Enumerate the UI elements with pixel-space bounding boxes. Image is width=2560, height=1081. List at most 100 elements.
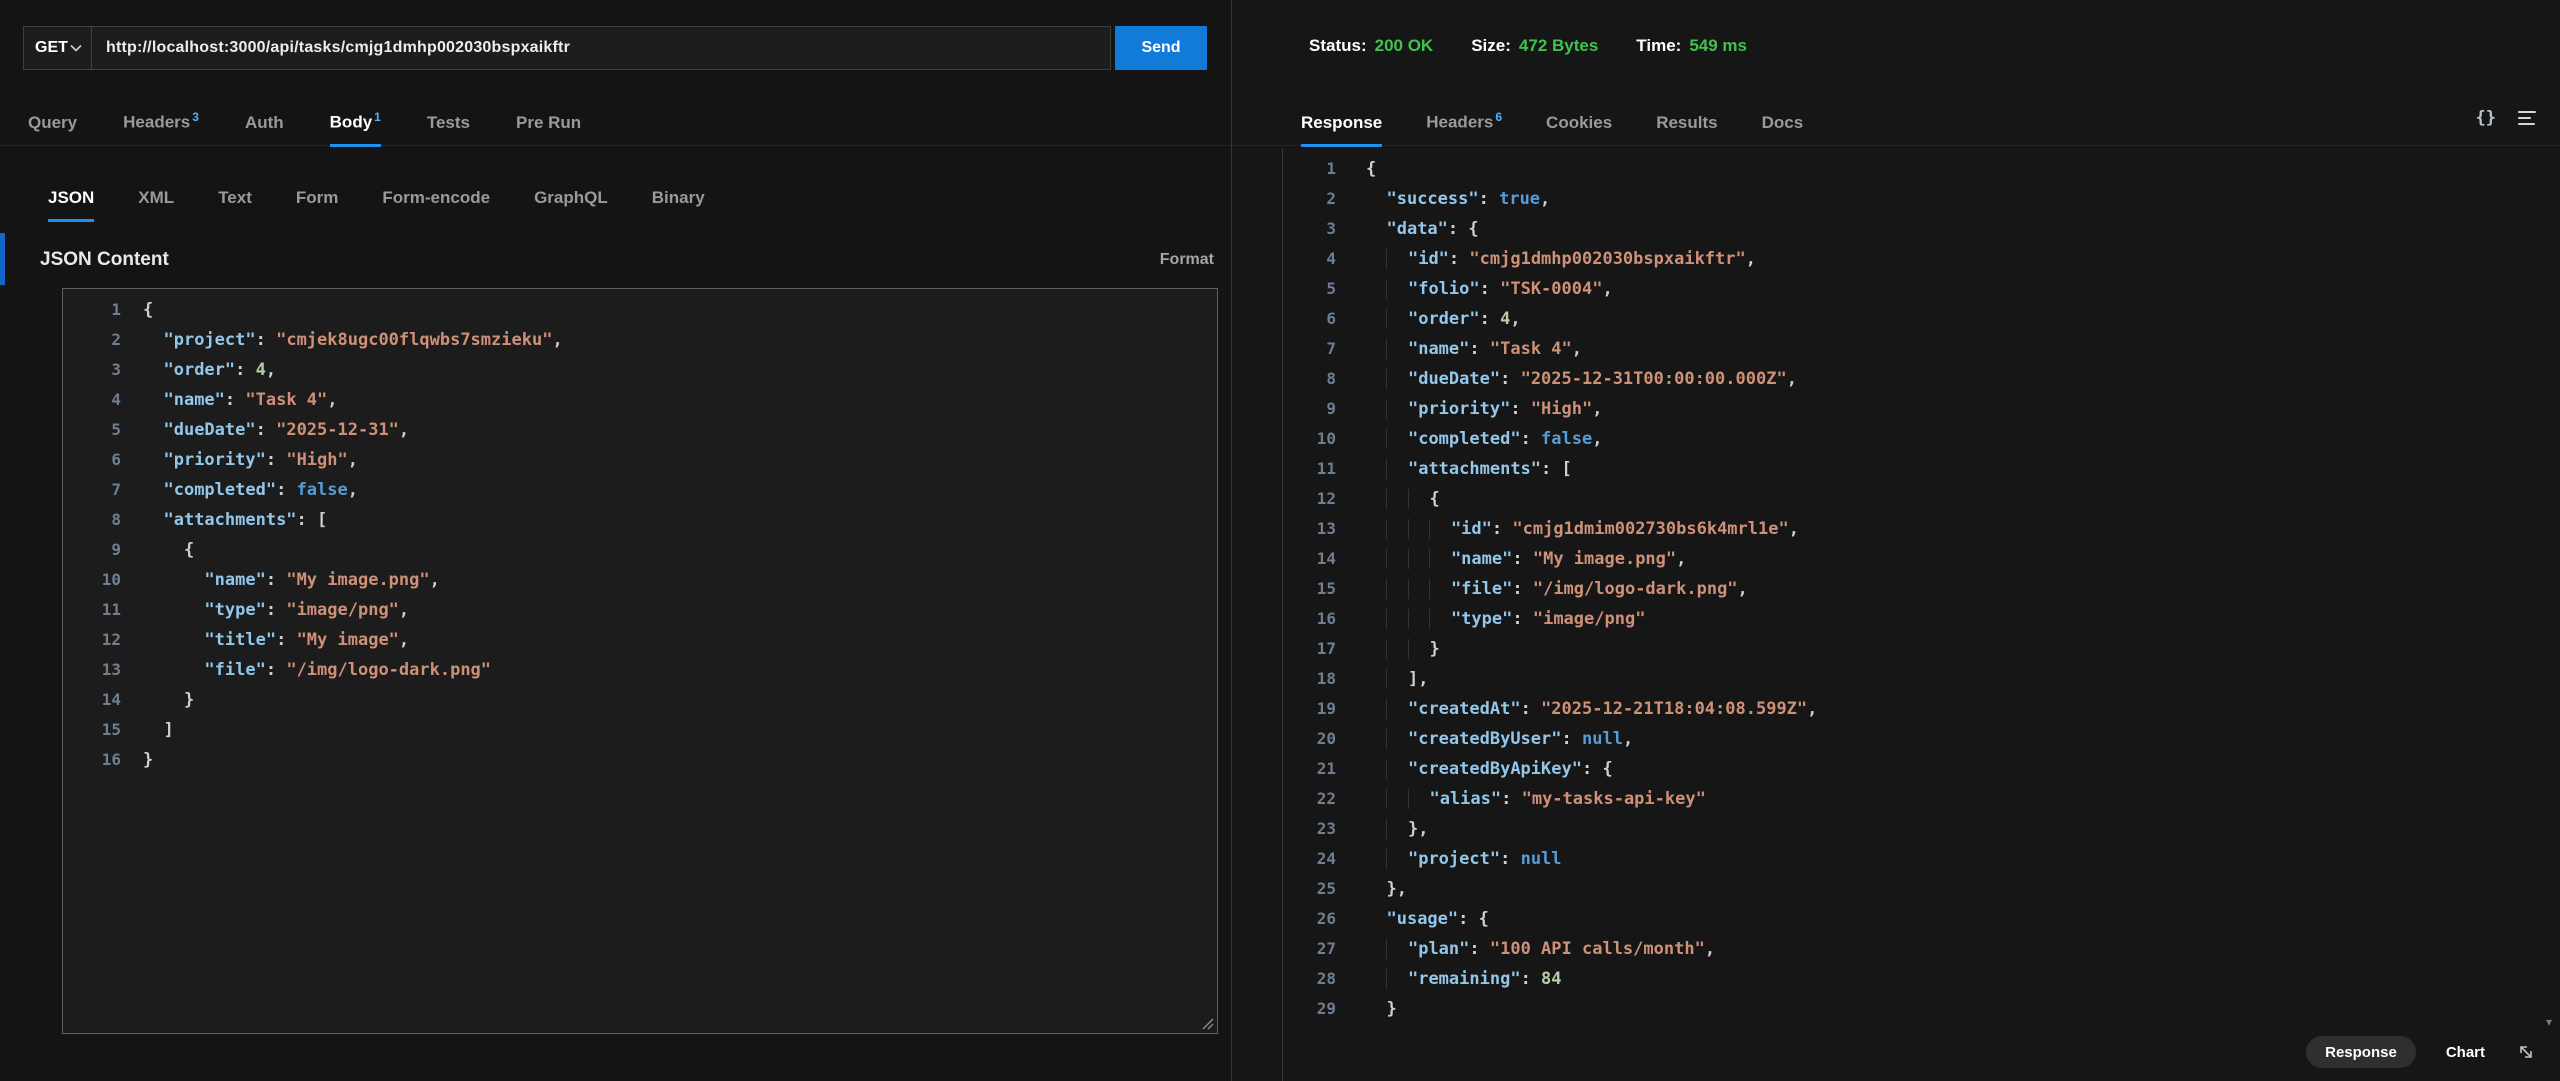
code-line: 7 "completed": false, bbox=[63, 475, 1217, 505]
tab-label: Text bbox=[218, 188, 252, 207]
chevron-down-icon bbox=[70, 44, 82, 52]
code-text: "attachments": [ bbox=[121, 505, 327, 535]
line-number: 21 bbox=[1283, 754, 1336, 784]
method-value: GET bbox=[35, 39, 68, 57]
indent-guide bbox=[1366, 819, 1386, 839]
indent-guide bbox=[1366, 639, 1386, 659]
indent-guide bbox=[1408, 519, 1429, 539]
tab-label: Docs bbox=[1762, 113, 1804, 132]
code-line: 14 } bbox=[63, 685, 1217, 715]
code-line: 9 "priority": "High", bbox=[1283, 394, 2560, 424]
indent-guide bbox=[1386, 279, 1407, 299]
expand-icon[interactable] bbox=[2515, 1041, 2537, 1063]
response-tab-response[interactable]: Response bbox=[1301, 113, 1382, 145]
response-view-button[interactable]: Response bbox=[2306, 1036, 2416, 1068]
menu-lines-icon[interactable] bbox=[2518, 111, 2536, 125]
code-line: 7 "name": "Task 4", bbox=[1283, 334, 2560, 364]
code-line: 22 "alias": "my-tasks-api-key" bbox=[1283, 784, 2560, 814]
chart-view-button[interactable]: Chart bbox=[2446, 1044, 2485, 1061]
line-number: 9 bbox=[1283, 394, 1336, 424]
line-number: 11 bbox=[63, 595, 121, 625]
code-text: }, bbox=[1336, 814, 1428, 844]
body-tab-text[interactable]: Text bbox=[218, 188, 252, 220]
body-tab-xml[interactable]: XML bbox=[138, 188, 174, 220]
method-select[interactable]: GET bbox=[23, 26, 91, 70]
code-line: 19 "createdAt": "2025-12-21T18:04:08.599… bbox=[1283, 694, 2560, 724]
braces-icon[interactable]: {} bbox=[2476, 108, 2496, 128]
response-tab-results[interactable]: Results bbox=[1656, 113, 1717, 145]
code-text: "dueDate": "2025-12-31T00:00:00.000Z", bbox=[1336, 364, 1797, 394]
code-line: 3 "data": { bbox=[1283, 214, 2560, 244]
code-line: 13 "id": "cmjg1dmim002730bs6k4mrl1e", bbox=[1283, 514, 2560, 544]
indent-guide bbox=[1366, 219, 1386, 239]
line-number: 23 bbox=[1283, 814, 1336, 844]
indent-guide bbox=[1366, 999, 1386, 1019]
code-text: { bbox=[1336, 484, 1440, 514]
scrollbar-down-icon[interactable]: ▾ bbox=[2546, 1015, 2552, 1029]
send-button[interactable]: Send bbox=[1115, 26, 1207, 70]
code-text: ] bbox=[121, 715, 174, 745]
response-tab-cookies[interactable]: Cookies bbox=[1546, 113, 1612, 145]
response-tab-headers[interactable]: Headers6 bbox=[1426, 110, 1502, 145]
tab-query[interactable]: Query bbox=[28, 113, 77, 145]
scroll-indicator[interactable] bbox=[0, 233, 5, 285]
body-tab-form-encode[interactable]: Form-encode bbox=[382, 188, 490, 220]
line-number: 20 bbox=[1283, 724, 1336, 754]
line-number: 10 bbox=[63, 565, 121, 595]
format-button[interactable]: Format bbox=[1160, 251, 1214, 269]
indent-guide bbox=[1386, 639, 1407, 659]
code-line: 12 { bbox=[1283, 484, 2560, 514]
tab-pre-run[interactable]: Pre Run bbox=[516, 113, 581, 145]
url-input[interactable]: http://localhost:3000/api/tasks/cmjg1dmh… bbox=[91, 26, 1111, 70]
indent-guide bbox=[1366, 879, 1386, 899]
code-line: 11 "attachments": [ bbox=[1283, 454, 2560, 484]
code-text: } bbox=[121, 685, 194, 715]
code-text: "project": null bbox=[1336, 844, 1562, 874]
indent-guide bbox=[1366, 789, 1386, 809]
json-body-editor[interactable]: 1{2 "project": "cmjek8ugc00flqwbs7smziek… bbox=[62, 288, 1218, 1034]
code-line: 6 "order": 4, bbox=[1283, 304, 2560, 334]
body-tab-form[interactable]: Form bbox=[296, 188, 339, 220]
code-line: 15 ] bbox=[63, 715, 1217, 745]
indent-guide bbox=[1429, 579, 1450, 599]
indent-guide bbox=[1386, 819, 1407, 839]
tab-headers[interactable]: Headers3 bbox=[123, 110, 199, 145]
tab-badge: 1 bbox=[374, 110, 381, 124]
indent-guide bbox=[1386, 969, 1407, 989]
indent-guide bbox=[1386, 609, 1407, 629]
code-text: { bbox=[121, 535, 194, 565]
indent-guide bbox=[1366, 759, 1386, 779]
code-line: 20 "createdByUser": null, bbox=[1283, 724, 2560, 754]
code-text: "order": 4, bbox=[1336, 304, 1521, 334]
code-line: 2 "success": true, bbox=[1283, 184, 2560, 214]
response-json-viewer[interactable]: 1{2 "success": true,3 "data": {4 "id": "… bbox=[1282, 148, 2560, 1081]
tab-tests[interactable]: Tests bbox=[427, 113, 470, 145]
body-tab-binary[interactable]: Binary bbox=[652, 188, 705, 220]
indent-guide bbox=[1408, 639, 1429, 659]
time-badge: Time: 549 ms bbox=[1636, 36, 1747, 56]
code-text: "priority": "High", bbox=[1336, 394, 1602, 424]
body-tab-json[interactable]: JSON bbox=[48, 188, 94, 220]
tab-label: Binary bbox=[652, 188, 705, 207]
line-number: 15 bbox=[1283, 574, 1336, 604]
tab-label: Tests bbox=[427, 113, 470, 132]
resize-grip-icon[interactable] bbox=[1200, 1016, 1215, 1031]
code-line: 26 "usage": { bbox=[1283, 904, 2560, 934]
indent-guide bbox=[1366, 849, 1386, 869]
line-number: 4 bbox=[1283, 244, 1336, 274]
tab-auth[interactable]: Auth bbox=[245, 113, 284, 145]
line-number: 3 bbox=[1283, 214, 1336, 244]
indent-guide bbox=[1386, 939, 1407, 959]
tab-body[interactable]: Body1 bbox=[330, 110, 381, 145]
indent-guide bbox=[1429, 549, 1450, 569]
line-number: 15 bbox=[63, 715, 121, 745]
code-text: "data": { bbox=[1336, 214, 1479, 244]
code-line: 28 "remaining": 84 bbox=[1283, 964, 2560, 994]
line-number: 2 bbox=[63, 325, 121, 355]
indent-guide bbox=[1386, 489, 1407, 509]
response-tab-docs[interactable]: Docs bbox=[1762, 113, 1804, 145]
indent-guide bbox=[1366, 399, 1386, 419]
body-tab-graphql[interactable]: GraphQL bbox=[534, 188, 608, 220]
tab-label: GraphQL bbox=[534, 188, 608, 207]
tab-label: Headers bbox=[1426, 113, 1493, 132]
